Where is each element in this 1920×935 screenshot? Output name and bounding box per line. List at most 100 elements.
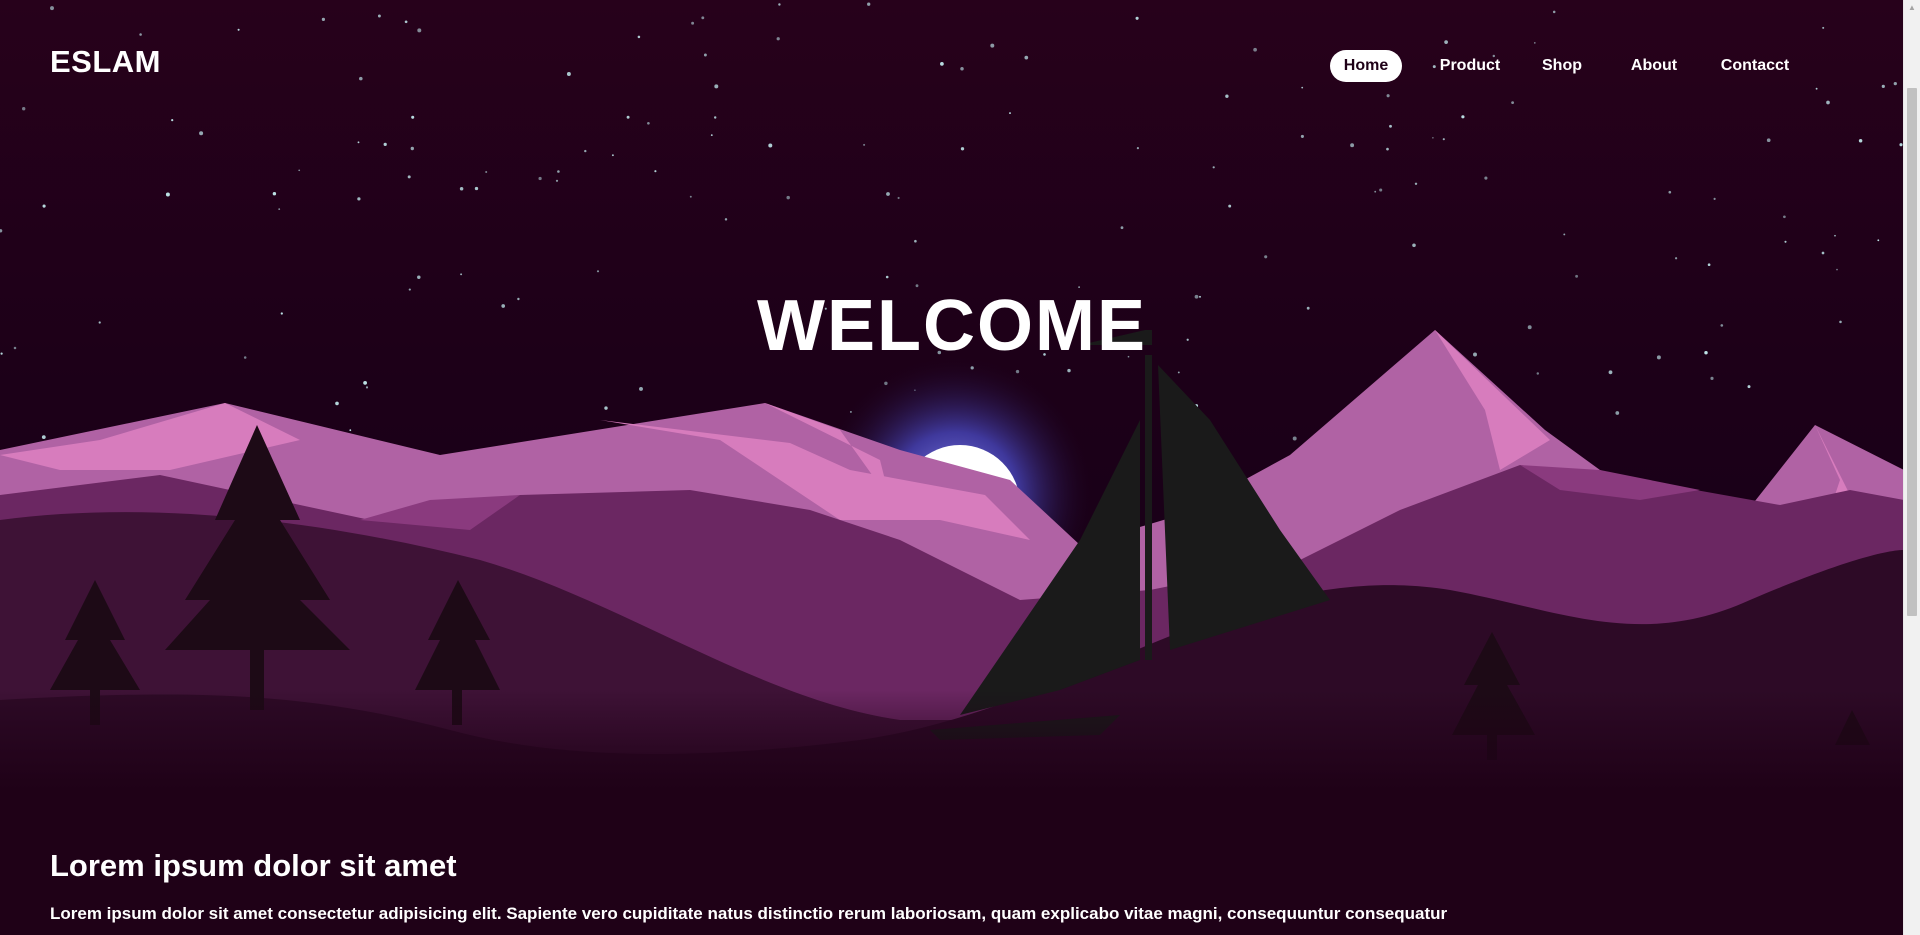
star — [1784, 240, 1787, 243]
star — [1766, 138, 1771, 143]
star — [703, 53, 707, 57]
vertical-scrollbar[interactable]: ▲ — [1903, 0, 1920, 935]
star — [990, 43, 995, 48]
star — [1350, 143, 1355, 148]
star — [1300, 134, 1304, 138]
star — [1136, 147, 1139, 150]
star — [139, 33, 142, 36]
star — [1301, 86, 1304, 89]
star — [365, 386, 369, 389]
content-section: Lorem ipsum dolor sit amet Lorem ipsum d… — [50, 845, 1880, 926]
star — [1225, 94, 1229, 98]
section-heading: Lorem ipsum dolor sit amet — [50, 848, 457, 883]
star — [1212, 166, 1215, 169]
star — [1563, 233, 1566, 236]
scrollbar-thumb[interactable] — [1907, 88, 1917, 616]
star — [1135, 16, 1139, 20]
star — [689, 195, 692, 198]
star — [1292, 436, 1297, 441]
star — [1858, 139, 1863, 143]
star — [724, 218, 728, 221]
star — [691, 21, 695, 25]
star — [713, 116, 717, 119]
star — [359, 76, 363, 81]
star — [1379, 188, 1383, 192]
section-paragraph: Lorem ipsum dolor sit amet consectetur a… — [50, 904, 1448, 923]
star — [321, 17, 325, 21]
star — [1264, 255, 1268, 259]
star — [1783, 215, 1786, 219]
star — [460, 273, 463, 276]
star — [1877, 239, 1880, 242]
star — [474, 186, 479, 191]
star — [1822, 26, 1825, 29]
star — [584, 149, 587, 153]
site-logo[interactable]: ESLAM — [50, 44, 161, 80]
star — [1009, 112, 1011, 115]
nav-product[interactable]: Product — [1430, 50, 1510, 82]
nav-contact[interactable]: Contacct — [1708, 50, 1802, 82]
star — [165, 192, 170, 197]
star — [768, 143, 773, 148]
star — [1177, 371, 1180, 374]
star — [1024, 55, 1029, 60]
star — [1710, 376, 1714, 380]
star — [1615, 411, 1620, 415]
star — [1533, 42, 1536, 44]
star — [1067, 368, 1071, 373]
star — [298, 169, 301, 172]
nav-about[interactable]: About — [1618, 50, 1690, 82]
star — [1608, 370, 1613, 375]
star — [1461, 115, 1465, 119]
star — [1511, 101, 1515, 105]
hero-background-scene — [0, 0, 1904, 790]
star — [1552, 10, 1556, 14]
star — [278, 208, 281, 210]
star — [22, 107, 26, 111]
star — [1713, 197, 1716, 200]
star — [237, 28, 240, 31]
star — [1389, 124, 1392, 128]
star — [1228, 204, 1232, 208]
star — [714, 84, 719, 89]
star — [960, 147, 965, 151]
star — [940, 62, 944, 66]
star — [1536, 372, 1540, 375]
star — [50, 6, 54, 11]
star — [407, 175, 411, 179]
star — [647, 121, 650, 125]
scroll-up-arrow-icon[interactable]: ▲ — [1904, 0, 1920, 16]
star — [1747, 385, 1751, 389]
page-viewport: ESLAM Home Product Shop About Contacct W… — [0, 0, 1904, 935]
star — [596, 270, 600, 273]
star — [654, 170, 657, 173]
star — [1815, 87, 1818, 90]
star — [42, 204, 46, 208]
star — [710, 134, 713, 136]
star — [1442, 138, 1445, 141]
star — [1386, 94, 1390, 98]
star — [410, 146, 414, 151]
star — [349, 429, 352, 432]
star — [626, 115, 630, 119]
star — [417, 28, 422, 33]
star — [960, 66, 964, 71]
star — [1575, 274, 1579, 278]
nav-home[interactable]: Home — [1330, 50, 1402, 82]
star — [1253, 47, 1257, 52]
star — [1668, 190, 1672, 194]
star — [1414, 182, 1418, 186]
star — [566, 72, 571, 76]
star — [897, 196, 900, 200]
star — [639, 386, 643, 391]
star — [199, 131, 204, 136]
hero-title: WELCOME — [757, 286, 1147, 366]
star — [485, 170, 488, 174]
star — [1893, 81, 1897, 86]
star — [1674, 257, 1678, 260]
star — [357, 141, 360, 144]
star — [335, 401, 339, 406]
star — [1412, 243, 1416, 248]
star — [637, 35, 641, 39]
nav-shop[interactable]: Shop — [1534, 50, 1590, 82]
